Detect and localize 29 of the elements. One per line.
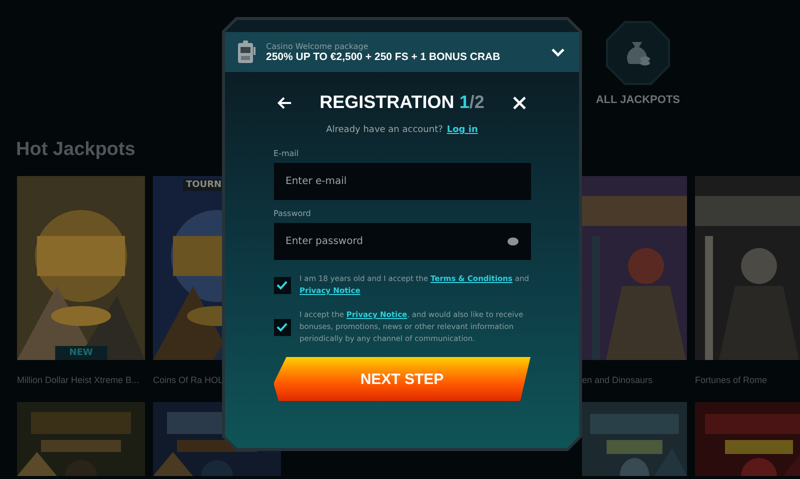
tournament-badge: TOURN [183,179,225,191]
login-prompt: Already have an account? [326,125,443,135]
slot-machine-icon [237,40,257,64]
game-title[interactable]: Fortunes of Rome [695,374,768,400]
checkbox[interactable] [274,318,290,336]
eye-icon[interactable] [506,237,518,246]
input-field[interactable]: Enter password [274,223,530,260]
input-field[interactable]: Enter e-mail [274,163,530,200]
close-icon[interactable] [512,96,527,110]
dialog-title: REGISTRATION 1/2 [320,92,484,113]
check-icon [276,280,288,290]
game-title[interactable]: Coins Of Ra HOL [153,374,224,400]
section-heading: Hot Jackpots [16,140,136,162]
chevron-icon[interactable] [551,48,565,56]
promo-label: Casino Welcome package [266,42,370,50]
all-jackpots-link[interactable]: ALL JACKPOTS [596,94,680,106]
next-step-button[interactable]: NEXT STEP [274,357,530,401]
money-bag-icon[interactable] [604,20,671,86]
game-title[interactable]: Million Dollar Heist Xtreme B... [17,374,140,400]
new-badge: NEW [55,346,107,360]
login-link[interactable]: Log in [446,125,478,135]
checkbox[interactable] [274,276,290,294]
promo-offer: 250% UP TO €2,500 + 250 FS + 1 BONUS CRAB [266,50,502,62]
field-label: E-mail [274,149,300,158]
back-arrow-icon[interactable] [277,96,292,110]
promo-bar[interactable]: Casino Welcome package 250% UP TO €2,500 + 250 FS + 1 BONUS CRAB [225,32,579,72]
check-icon [276,322,288,332]
game-title[interactable]: en and Dinosaurs [582,374,653,400]
field-label: Password [274,209,312,218]
